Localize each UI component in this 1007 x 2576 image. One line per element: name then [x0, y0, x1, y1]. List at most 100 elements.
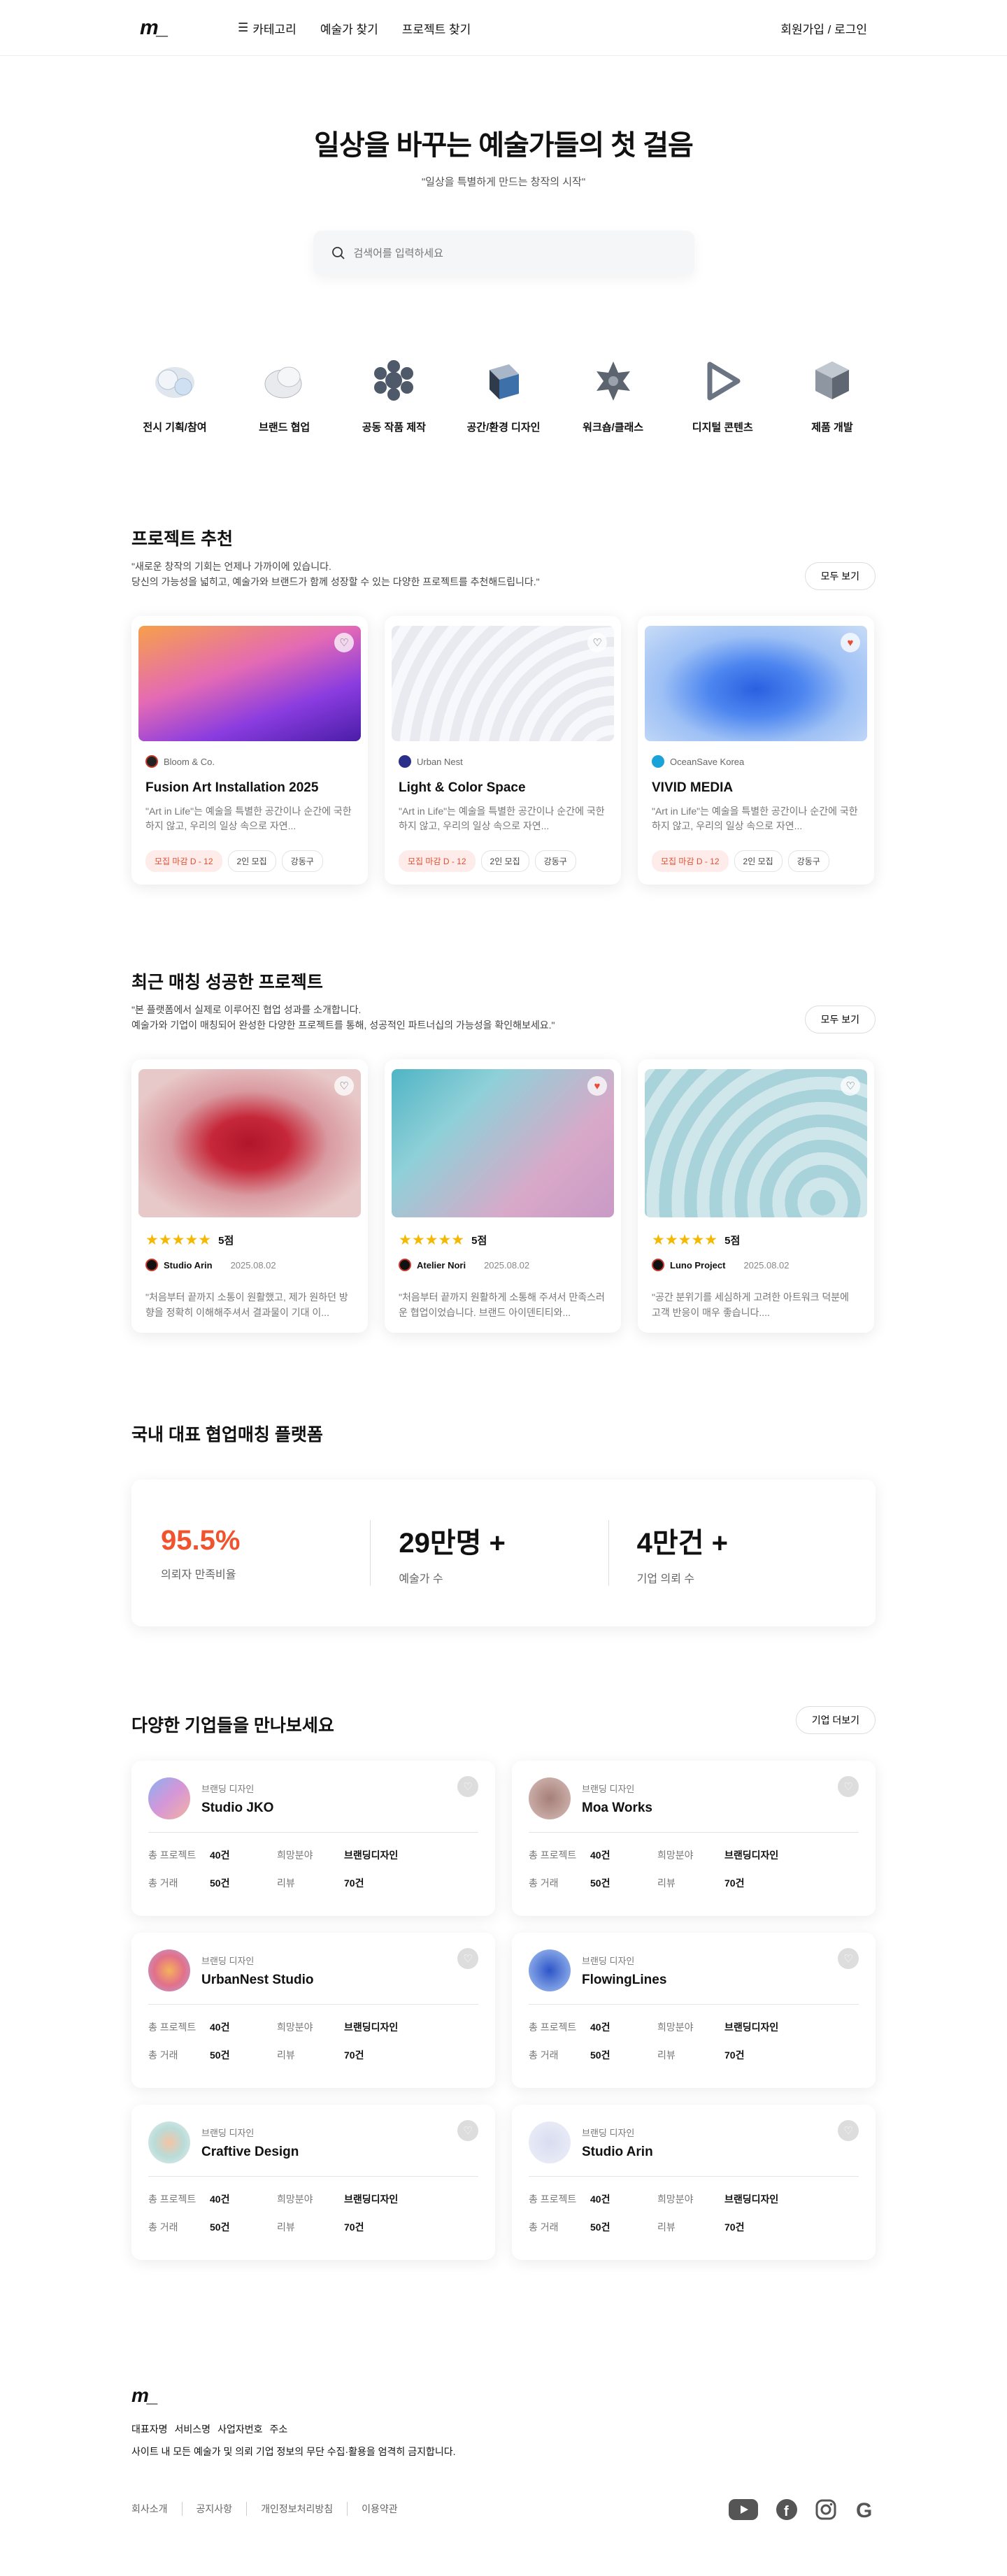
category-exhibition[interactable]: 전시 기획/참여	[133, 352, 217, 434]
heart-icon[interactable]: ♡	[587, 633, 607, 652]
company-card[interactable]: 브랜딩 디자인 Moa Works ♡ 총 프로젝트 40건 희망분야 브랜딩디자인 총 거래…	[512, 1761, 876, 1916]
view-all-button[interactable]: 모두 보기	[804, 562, 876, 590]
nav-find-project[interactable]: 프로젝트 찾기	[402, 20, 471, 37]
review-card[interactable]: ♡ ★★★★★ 5점 Studio Arin 2025.08.02 "처음부터 끝까…	[131, 1059, 368, 1333]
search-bar[interactable]	[313, 231, 694, 276]
logo[interactable]: m_	[140, 16, 238, 40]
matched-section: 최근 매칭 성공한 프로젝트 "본 플랫폼에서 실제로 이루어진 협업 성과를 …	[131, 968, 876, 1333]
divider	[148, 2004, 478, 2005]
facebook-icon[interactable]: f	[776, 2499, 797, 2520]
tag: 2인 모집	[227, 850, 276, 872]
section-desc: "본 플랫폼에서 실제로 이루어진 협업 성과를 소개합니다. 예술가와 기업이 …	[131, 1004, 555, 1031]
login-link[interactable]: 회원가입 / 로그인	[780, 20, 867, 37]
divider	[148, 1832, 478, 1833]
heart-icon[interactable]: ♥	[841, 633, 860, 652]
project-image: ♥	[392, 1069, 614, 1217]
project-card[interactable]: ♡ Bloom & Co. Fusion Art Installation 20…	[131, 616, 368, 885]
project-image: ♡	[392, 626, 614, 741]
category-cowork[interactable]: 공동 작품 제작	[352, 352, 436, 434]
heart-icon[interactable]: ♡	[457, 1776, 478, 1797]
heart-icon[interactable]: ♡	[334, 1076, 354, 1096]
stat-label: 기업 의뢰 수	[636, 1573, 695, 1585]
footer-link[interactable]: 회사소개	[131, 2502, 168, 2516]
company-card[interactable]: 브랜딩 디자인 Studio Arin ♡ 총 프로젝트 40건 희망분야 브랜딩디자인 총 …	[512, 2105, 876, 2260]
heart-icon[interactable]: ♡	[838, 1948, 859, 1969]
divider	[529, 2176, 859, 2177]
companies-section: 다양한 기업들을 만나보세요 기업 더보기 브랜딩 디자인 Studio JKO ♡…	[131, 1706, 876, 2260]
svg-text:f: f	[784, 2504, 789, 2519]
company-card[interactable]: 브랜딩 디자인 Craftive Design ♡ 총 프로젝트 40건 희망분야 브랜딩디…	[131, 2105, 495, 2260]
project-image: ♥	[645, 626, 867, 741]
category-digital[interactable]: 디지털 콘텐츠	[680, 352, 764, 434]
footer-link[interactable]: 이용약관	[347, 2502, 398, 2516]
review-text: "공간 분위기를 세심하게 고려한 아트워크 덕분에 고객 반응이 매우 좋습니…	[652, 1291, 850, 1318]
org-logo	[145, 755, 158, 768]
instagram-icon[interactable]	[815, 2499, 836, 2520]
heart-icon[interactable]: ♡	[457, 2120, 478, 2141]
tag: 강동구	[787, 850, 829, 872]
menu-icon: ☰	[238, 21, 249, 34]
company-name: UrbanNest Studio	[201, 1972, 314, 1987]
category-space[interactable]: 공간/환경 디자인	[462, 352, 545, 434]
org-logo	[399, 755, 411, 768]
more-companies-button[interactable]: 기업 더보기	[795, 1706, 876, 1734]
company-card[interactable]: 브랜딩 디자인 FlowingLines ♡ 총 프로젝트 40건 희망분야 브랜딩디자인 총…	[512, 1933, 876, 2088]
hero: 일상을 바꾸는 예술가들의 첫 걸음 "일상을 특별하게 만드는 창작의 시작"	[0, 56, 1007, 276]
hero-title: 일상을 바꾸는 예술가들의 첫 걸음	[314, 130, 694, 161]
nav-find-artist[interactable]: 예술가 찾기	[320, 20, 378, 37]
section-title: 최근 매칭 성공한 프로젝트	[131, 973, 323, 992]
category-brand[interactable]: 브랜드 협업	[243, 352, 327, 434]
heart-icon[interactable]: ♡	[334, 633, 354, 652]
company-name: FlowingLines	[582, 1972, 667, 1987]
heart-icon[interactable]: ♥	[587, 1076, 607, 1096]
rating-stars: ★★★★★ 5점	[399, 1232, 487, 1248]
search-input[interactable]	[353, 247, 662, 259]
footer-link[interactable]: 공지사항	[181, 2502, 232, 2516]
company-avatar	[148, 2121, 190, 2163]
recommend-section: 프로젝트 추천 "새로운 창작의 기회는 언제나 가까이에 있습니다. 당신의 가…	[131, 525, 876, 885]
svg-text:G: G	[856, 2499, 872, 2520]
google-icon[interactable]: G	[855, 2499, 876, 2520]
main-nav: ☰ 카테고리 예술가 찾기 프로젝트 찾기	[238, 20, 471, 37]
heart-icon[interactable]: ♡	[838, 2120, 859, 2141]
site-header: m_ ☰ 카테고리 예술가 찾기 프로젝트 찾기 회원가입 / 로그인	[0, 0, 1007, 56]
stat-value: 95.5%	[161, 1524, 241, 1556]
search-icon	[331, 247, 345, 259]
project-card[interactable]: ♥ OceanSave Korea VIVID MEDIA "Art in Li…	[638, 616, 874, 885]
section-title: 프로젝트 추천	[131, 529, 233, 549]
tag: 2인 모집	[734, 850, 783, 872]
company-name: Studio JKO	[201, 1800, 274, 1815]
category-product[interactable]: 제품 개발	[790, 352, 874, 434]
category-workshop[interactable]: 워크숍/클래스	[571, 352, 655, 434]
company-category: 브랜딩 디자인	[582, 1955, 635, 1966]
divider	[148, 2176, 478, 2177]
card-title: VIVID MEDIA	[652, 780, 734, 795]
footer: m_ 대표자명 서비스명 사업자번호 주소 사이트 내 모든 예술가 및 의뢰 기업 …	[131, 2384, 876, 2520]
rating-stars: ★★★★★ 5점	[145, 1232, 234, 1248]
stat-label: 예술가 수	[399, 1573, 443, 1585]
brand-collab-icon	[257, 352, 313, 408]
youtube-icon[interactable]	[729, 2499, 758, 2520]
footer-notice: 사이트 내 모든 예술가 및 의뢰 기업 정보의 무단 수집·활용을 엄격히 금…	[131, 2446, 456, 2457]
avatar	[399, 1259, 411, 1271]
company-name: Studio Arin	[582, 2144, 653, 2159]
section-desc: "새로운 창작의 기회는 언제나 가까이에 있습니다. 당신의 가능성을 넓히고,…	[131, 561, 540, 587]
company-avatar	[529, 1949, 571, 1991]
review-card[interactable]: ♡ ★★★★★ 5점 Luno Project 2025.08.02 "공간 분위기…	[638, 1059, 874, 1333]
heart-icon[interactable]: ♡	[457, 1948, 478, 1969]
footer-link[interactable]: 개인정보처리방침	[246, 2502, 333, 2516]
view-all-button[interactable]: 모두 보기	[804, 1006, 876, 1033]
review-card[interactable]: ♥ ★★★★★ 5점 Atelier Nori 2025.08.02 "처음부터 끝…	[385, 1059, 621, 1333]
org-logo	[652, 755, 664, 768]
card-text: "Art in Life"는 예술을 특별한 공간이나 순간에 국한하지 않고,…	[399, 806, 605, 831]
company-avatar	[148, 1777, 190, 1819]
heart-icon[interactable]: ♡	[838, 1776, 859, 1797]
company-card[interactable]: 브랜딩 디자인 UrbanNest Studio ♡ 총 프로젝트 40건 희망분야 브랜딩…	[131, 1933, 495, 2088]
heart-icon[interactable]: ♡	[841, 1076, 860, 1096]
stats-section: 국내 대표 협업매칭 플랫폼 95.5% 의뢰자 만족비율 29만명 + 예술가 수…	[131, 1421, 876, 1626]
company-card[interactable]: 브랜딩 디자인 Studio JKO ♡ 총 프로젝트 40건 희망분야 브랜딩디자인 총 거…	[131, 1761, 495, 1916]
workshop-icon	[585, 352, 641, 408]
project-card[interactable]: ♡ Urban Nest Light & Color Space "Art in…	[385, 616, 621, 885]
stat-value: 29만명 +	[399, 1528, 506, 1559]
nav-category[interactable]: ☰ 카테고리	[238, 20, 297, 37]
